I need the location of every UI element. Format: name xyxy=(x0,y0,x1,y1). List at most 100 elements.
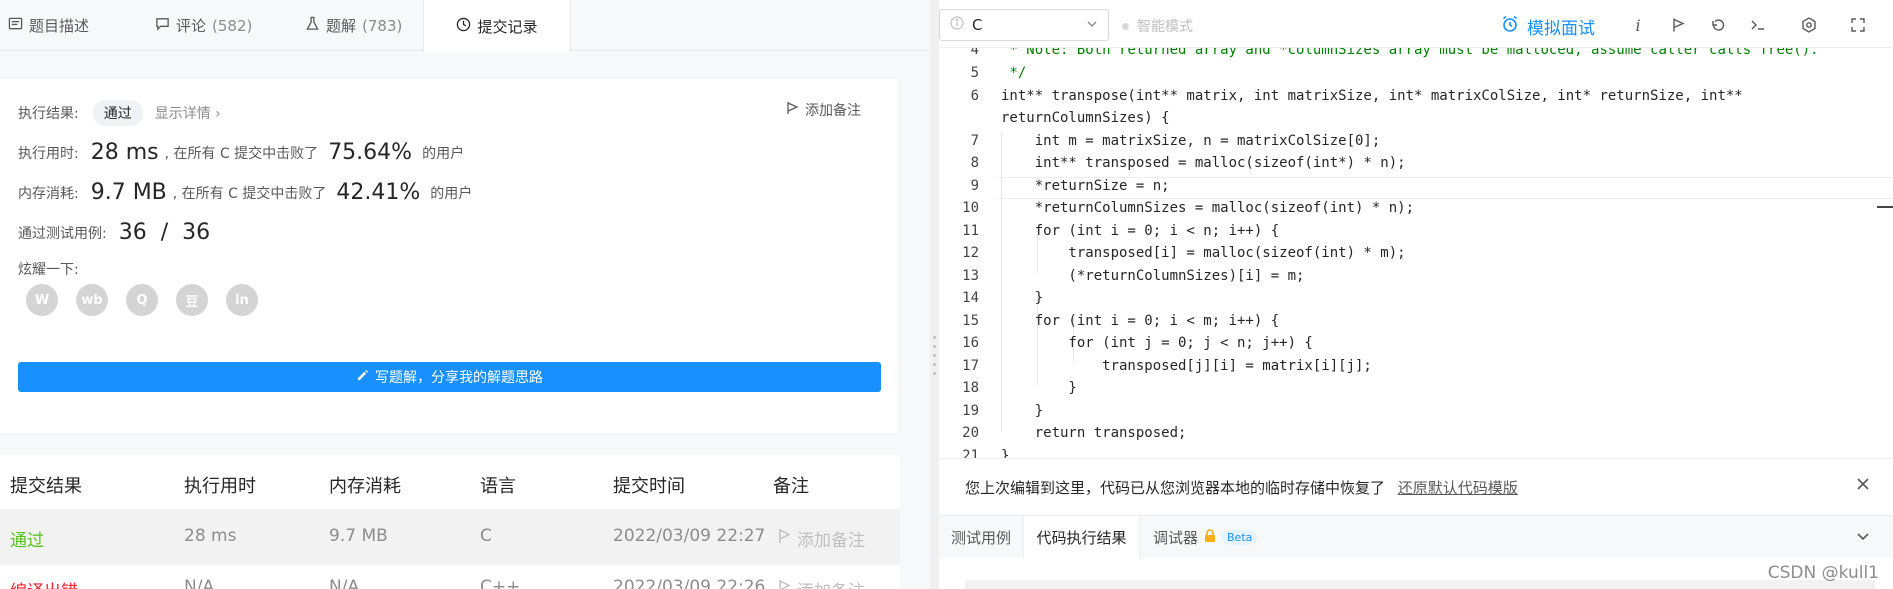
line-number: 15 xyxy=(962,313,979,329)
runtime-percent: 75.64% xyxy=(328,140,413,165)
code-line: for (int i = 0; i < m; i++) { xyxy=(1001,313,1280,329)
line-number: 16 xyxy=(962,335,979,351)
line-number: 6 xyxy=(970,88,979,104)
row-add-note-label: 添加备注 xyxy=(797,577,865,589)
info-italic-icon[interactable]: i xyxy=(1628,15,1648,35)
share-label-row: 炫耀一下: xyxy=(18,259,79,279)
tests-label: 通过测试用例: xyxy=(18,225,107,242)
code-line: int m = matrixSize, n = matrixColSize[0]… xyxy=(1001,133,1381,149)
language-select[interactable]: C xyxy=(939,9,1109,41)
line-number: 14 xyxy=(962,290,979,306)
code-line: * Note: Both returned array and *columnS… xyxy=(1001,48,1819,58)
tab-description[interactable]: 题目描述 xyxy=(8,0,89,51)
linkedin-icon[interactable]: in xyxy=(226,284,258,316)
runtime-mid: , 在所有 C 提交中击败了 xyxy=(164,145,319,162)
line-number: 7 xyxy=(970,133,979,149)
tab-solutions-count: (783) xyxy=(362,16,403,35)
col-header-result: 提交结果 xyxy=(10,476,82,497)
memory-row: 内存消耗: 9.7 MB , 在所有 C 提交中击败了 42.41% 的用户 xyxy=(18,180,472,205)
code-line: } xyxy=(1001,290,1044,306)
status-badge: 通过 xyxy=(92,100,143,126)
code-line: return transposed; xyxy=(1001,425,1187,441)
description-icon xyxy=(8,16,23,35)
watermark: CSDN @kull1 xyxy=(1767,563,1879,583)
tab-submissions[interactable]: 提交记录 xyxy=(423,0,571,52)
code-line: (*returnColumnSizes)[i] = m; xyxy=(1001,268,1305,284)
pane-splitter[interactable] xyxy=(930,0,939,589)
douban-icon[interactable]: 豆 xyxy=(176,284,208,316)
col-header-memory: 内存消耗 xyxy=(329,476,401,497)
console-output-area xyxy=(939,558,1893,589)
code-line: for (int j = 0; j < n; j++) { xyxy=(1001,335,1313,351)
chevron-down-icon[interactable] xyxy=(1855,528,1871,548)
tab-test-cases[interactable]: 测试用例 xyxy=(951,516,1011,559)
code-line: transposed[i] = malloc(sizeof(int) * m); xyxy=(1001,245,1406,261)
show-details-link[interactable]: 显示详情 › xyxy=(155,103,221,123)
col-header-note: 备注 xyxy=(773,476,809,497)
line-number: 20 xyxy=(962,425,979,441)
console-output-box xyxy=(965,580,1875,589)
write-solution-button[interactable]: 写题解，分享我的解题思路 xyxy=(18,362,881,392)
row-submitted: 2022/03/09 22:27 xyxy=(613,526,766,546)
row-result[interactable]: 通过 xyxy=(10,526,44,551)
memory-value: 9.7 MB xyxy=(90,180,167,205)
col-header-submitted: 提交时间 xyxy=(613,476,685,497)
tab-debugger[interactable]: 调试器 Beta xyxy=(1153,516,1258,559)
code-line: transposed[j][i] = matrix[i][j]; xyxy=(1001,358,1372,374)
col-header-runtime: 执行用时 xyxy=(184,476,256,497)
col-header-language: 语言 xyxy=(480,476,516,497)
code-line: *returnColumnSizes = malloc(sizeof(int) … xyxy=(1001,200,1415,216)
exec-result-label: 执行结果: xyxy=(18,106,79,122)
tab-comments[interactable]: 评论 (582) xyxy=(155,0,252,51)
line-number: 5 xyxy=(970,65,979,81)
tab-solutions[interactable]: 题解 (783) xyxy=(305,0,402,51)
line-number: 12 xyxy=(962,245,979,261)
exec-result-row: 执行结果: 通过 显示详情 › xyxy=(18,100,221,126)
row-submitted: 2022/03/09 22:26 xyxy=(613,577,766,589)
code-line: for (int i = 0; i < n; i++) { xyxy=(1001,223,1280,239)
tests-value: 36 / 36 xyxy=(118,220,211,245)
smart-mode-toggle[interactable]: 智能模式 xyxy=(1122,16,1193,36)
close-icon[interactable] xyxy=(1855,473,1871,498)
tab-run-result[interactable]: 代码执行结果 xyxy=(1023,516,1140,559)
add-note-button[interactable]: 添加备注 xyxy=(785,100,861,120)
line-number-gutter: 4 5 6 7 8 9 10 11 12 13 14 15 16 17 18 1… xyxy=(939,48,991,458)
code-line: int** transpose(int** matrix, int matrix… xyxy=(1001,88,1743,104)
share-icons: W wb Q 豆 in xyxy=(26,284,258,316)
fullscreen-icon[interactable] xyxy=(1848,15,1868,35)
qq-icon[interactable]: Q xyxy=(126,284,158,316)
restore-default-link[interactable]: 还原默认代码模版 xyxy=(1398,479,1518,497)
console-icon[interactable] xyxy=(1748,15,1768,35)
row-runtime: N/A xyxy=(184,577,215,589)
smart-mode-label: 智能模式 xyxy=(1137,19,1193,35)
comment-icon xyxy=(155,16,170,35)
restore-text: 您上次编辑到这里，代码已从您浏览器本地的临时存储中恢复了 还原默认代码模版 xyxy=(965,477,1518,498)
clock-icon xyxy=(456,17,471,36)
line-number: 18 xyxy=(962,380,979,396)
add-note-label: 添加备注 xyxy=(805,103,861,119)
run-flag-icon[interactable] xyxy=(1668,15,1688,35)
runtime-suffix: 的用户 xyxy=(422,145,465,162)
drag-handle-icon xyxy=(933,336,936,375)
code-line: int** transposed = malloc(sizeof(int*) *… xyxy=(1001,155,1406,171)
mock-interview-button[interactable]: 模拟面试 xyxy=(1501,14,1595,39)
code-line: returnColumnSizes) { xyxy=(1001,110,1170,126)
memory-percent: 42.41% xyxy=(336,180,421,205)
tab-comments-label: 评论 xyxy=(176,17,207,35)
line-number: 9 xyxy=(970,178,979,194)
row-result[interactable]: 编译出错 xyxy=(10,577,78,589)
reset-icon[interactable] xyxy=(1708,15,1728,35)
row-language: C++ xyxy=(480,577,521,589)
code-editor[interactable]: 4 5 6 7 8 9 10 11 12 13 14 15 16 17 18 1… xyxy=(939,48,1893,458)
row-runtime: 28 ms xyxy=(184,526,237,546)
right-pane: C 智能模式 模拟面试 i 4 5 6 7 8 9 10 11 12 13 14… xyxy=(939,0,1893,589)
wechat-icon[interactable]: W xyxy=(26,284,58,316)
row-add-note[interactable]: 添加备注 xyxy=(777,577,865,589)
settings-icon[interactable] xyxy=(1799,15,1819,35)
flag-icon xyxy=(777,579,791,589)
line-number: 4 xyxy=(970,48,979,58)
weibo-icon[interactable]: wb xyxy=(76,284,108,316)
restore-message: 您上次编辑到这里，代码已从您浏览器本地的临时存储中恢复了 xyxy=(965,479,1386,497)
tab-run-result-label: 代码执行结果 xyxy=(1036,529,1127,547)
row-add-note[interactable]: 添加备注 xyxy=(777,526,865,551)
